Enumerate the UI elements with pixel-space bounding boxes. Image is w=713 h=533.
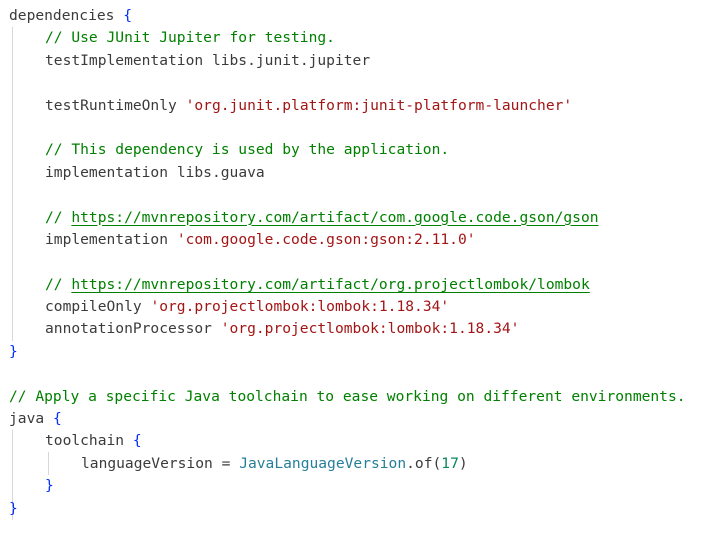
toolchain-keyword: toolchain xyxy=(45,432,125,450)
java-keyword: java xyxy=(9,410,45,428)
method-call: .of( xyxy=(406,454,442,472)
code-line: } xyxy=(0,475,713,497)
close-brace: } xyxy=(45,477,54,495)
code-line: toolchain { xyxy=(0,430,713,452)
comment: // Apply a specific Java toolchain to ea… xyxy=(9,387,686,405)
close-paren: ) xyxy=(458,454,468,472)
code-line: compileOnly 'org.projectlombok:lombok:1.… xyxy=(0,296,713,318)
open-brace: { xyxy=(52,410,62,428)
dependency-ref: libs.guava xyxy=(176,163,265,181)
config-keyword: testRuntimeOnly xyxy=(45,96,177,114)
comment-prefix: // xyxy=(45,275,72,293)
lombok-link[interactable]: https://mvnrepository.com/artifact/org.p… xyxy=(71,276,589,293)
code-line: annotationProcessor 'org.projectlombok:l… xyxy=(0,318,713,340)
code-line: // https://mvnrepository.com/artifact/co… xyxy=(0,207,713,229)
language-version-property: languageVersion xyxy=(81,454,213,472)
code-line: } xyxy=(0,341,713,363)
config-keyword: implementation xyxy=(45,230,169,248)
dependency-string: 'com.google.code.gson:gson:2.11.0' xyxy=(176,230,476,248)
dependency-ref: libs.junit.jupiter xyxy=(211,51,371,69)
close-brace: } xyxy=(9,499,18,517)
comment: // This dependency is used by the applic… xyxy=(45,141,450,159)
open-brace: { xyxy=(123,7,133,24)
dependency-string: 'org.junit.platform:junit-platform-launc… xyxy=(185,96,573,114)
assign-operator: = xyxy=(221,454,231,472)
config-keyword: compileOnly xyxy=(45,298,142,316)
code-line: testRuntimeOnly 'org.junit.platform:juni… xyxy=(0,95,713,117)
dependency-string: 'org.projectlombok:lombok:1.18.34' xyxy=(220,320,520,338)
code-line: java { xyxy=(0,408,713,430)
code-line: implementation 'com.google.code.gson:gso… xyxy=(0,229,713,251)
code-line: // Use JUnit Jupiter for testing. xyxy=(0,27,713,49)
code-line: // Apply a specific Java toolchain to ea… xyxy=(0,386,713,408)
code-line: dependencies { xyxy=(0,5,713,27)
gson-link[interactable]: https://mvnrepository.com/artifact/com.g… xyxy=(71,209,598,226)
config-keyword: testImplementation xyxy=(45,51,204,69)
code-editor[interactable]: dependencies { // Use JUnit Jupiter for … xyxy=(0,5,713,520)
comment-prefix: // xyxy=(45,208,72,226)
open-brace: { xyxy=(132,432,142,450)
code-line: } xyxy=(0,498,713,520)
config-keyword: implementation xyxy=(45,163,169,181)
code-line: implementation libs.guava xyxy=(0,162,713,184)
type-name: JavaLanguageVersion xyxy=(239,454,407,472)
comment: // Use JUnit Jupiter for testing. xyxy=(45,29,335,47)
dependency-string: 'org.projectlombok:lombok:1.18.34' xyxy=(150,298,450,316)
code-line: // This dependency is used by the applic… xyxy=(0,139,713,161)
close-brace: } xyxy=(9,342,18,360)
config-keyword: annotationProcessor xyxy=(45,320,212,338)
version-number: 17 xyxy=(441,454,459,472)
code-line: languageVersion = JavaLanguageVersion.of… xyxy=(0,453,713,475)
code-line: testImplementation libs.junit.jupiter xyxy=(0,50,713,72)
code-line: // https://mvnrepository.com/artifact/or… xyxy=(0,274,713,296)
dependencies-keyword: dependencies xyxy=(9,7,115,24)
